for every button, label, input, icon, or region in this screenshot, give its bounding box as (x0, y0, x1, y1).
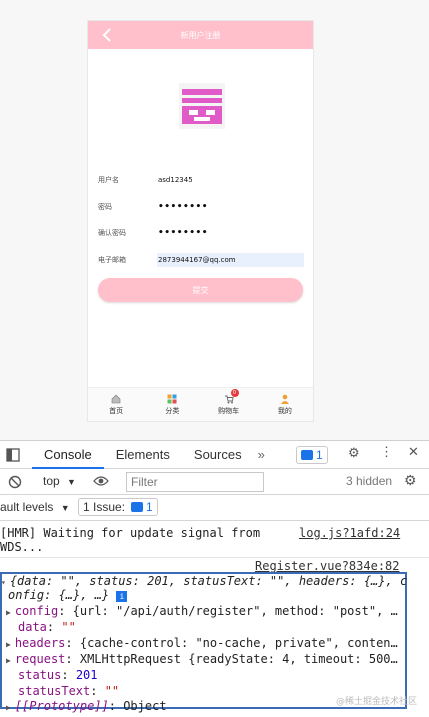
issues-button[interactable]: 1 Issue: 1 (78, 498, 158, 516)
app-logo (179, 83, 225, 129)
console-output: [HMR] Waiting for update signal from log… (0, 521, 429, 713)
tab-home[interactable]: 首页 (88, 388, 144, 421)
devtools-tab-bar: Console Elements Sources » 1 ⚙ ⋮ ✕ (0, 441, 429, 469)
email-row: 电子邮箱 2873944167@qq.com (98, 247, 304, 274)
username-label: 用户名 (98, 176, 119, 185)
message-icon (301, 450, 313, 460)
levels-bar: ault levels ▼ 1 Issue: 1 (0, 495, 429, 521)
back-arrow-icon[interactable] (100, 27, 114, 43)
confirm-password-input[interactable]: •••••••• (157, 226, 304, 240)
hmr-source-link[interactable]: log.js?1afd:24 (299, 526, 400, 540)
tab-sources[interactable]: Sources (182, 441, 254, 469)
submit-button[interactable]: 提交 (98, 278, 303, 302)
context-selector[interactable]: top ▼ (43, 474, 76, 488)
cart-badge: 0 (230, 389, 239, 397)
tab-category[interactable]: 分类 (144, 388, 200, 421)
issue-icon (131, 502, 144, 512)
object-summary-line2: onfig: {…}, …} i (8, 588, 128, 602)
prop-headers[interactable]: ▶ headers: {cache-control: "no-cache, pri… (6, 636, 398, 650)
more-options-icon[interactable]: ⋮ (380, 444, 393, 460)
hidden-count: 3 hidden (346, 474, 393, 488)
response-object-highlight: ▾ {data: "", status: 201, statusText: "",… (0, 572, 407, 713)
password-row: 密码 •••••••• (98, 194, 304, 221)
bottom-tab-bar: 首页 分类 0 购物车 我的 (88, 387, 313, 421)
devtools-panel: Console Elements Sources » 1 ⚙ ⋮ ✕ top ▼ (0, 440, 429, 717)
more-tabs-button[interactable]: » (254, 441, 269, 469)
prop-request[interactable]: ▶ request: XMLHttpRequest {readyState: 4,… (6, 652, 398, 666)
prop-status: status: 201 (18, 668, 98, 682)
tab-cart[interactable]: 0 购物车 (201, 388, 257, 421)
tab-console[interactable]: Console (32, 441, 104, 469)
console-settings-icon[interactable]: ⚙ (404, 472, 417, 489)
device-toggle-icon[interactable] (6, 447, 20, 462)
nav-bar: 新用户注册 (88, 21, 313, 49)
eye-icon[interactable] (93, 475, 109, 487)
chevron-down-icon: ▼ (67, 477, 76, 487)
prop-config[interactable]: ▶ config: {url: "/api/auth/register", met… (6, 604, 398, 618)
messages-counter[interactable]: 1 (296, 446, 328, 464)
tab-cart-label: 购物车 (218, 406, 240, 415)
tab-home-label: 首页 (109, 406, 124, 415)
clear-console-icon[interactable] (8, 475, 22, 489)
info-icon: i (116, 591, 128, 602)
confirm-password-label: 确认密码 (98, 229, 126, 238)
email-input[interactable]: 2873944167@qq.com (157, 252, 304, 267)
prop-prototype[interactable]: ▶ [[Prototype]]: Object (6, 699, 167, 713)
tab-elements[interactable]: Elements (104, 441, 182, 469)
register-form: 用户名 asd12345 密码 •••••••• 确认密码 •••••••• 电… (98, 167, 304, 273)
password-label: 密码 (98, 202, 112, 211)
filter-input[interactable]: Filter (126, 472, 264, 492)
email-label: 电子邮箱 (98, 255, 126, 264)
tab-profile[interactable]: 我的 (257, 388, 313, 421)
register-source-link[interactable]: Register.vue?834e:82 (255, 559, 400, 573)
mobile-app-frame: 新用户注册 用户名 asd12345 密码 •••••••• 确认密码 ••••… (87, 20, 314, 422)
settings-gear-icon[interactable]: ⚙ (348, 445, 360, 461)
password-input[interactable]: •••••••• (157, 200, 304, 214)
object-summary-line1[interactable]: ▾ {data: "", status: 201, statusText: "",… (1, 574, 407, 588)
username-input[interactable]: asd12345 (157, 173, 304, 187)
prop-data: data: "" (18, 620, 76, 634)
hmr-message-line2: WDS... (0, 540, 44, 554)
category-icon (167, 394, 177, 403)
user-icon (280, 394, 289, 404)
log-levels-dropdown[interactable]: ault levels ▼ (0, 500, 70, 514)
close-icon[interactable]: ✕ (408, 444, 419, 460)
console-toolbar: top ▼ Filter 3 hidden ⚙ (0, 469, 429, 495)
hmr-message-line1: [HMR] Waiting for update signal from (0, 526, 261, 540)
prop-status-text: statusText: "" (18, 684, 120, 698)
home-icon (111, 394, 121, 403)
watermark: @稀土掘金技术社区 (335, 697, 417, 707)
page-title: 新用户注册 (180, 30, 221, 40)
confirm-password-row: 确认密码 •••••••• (98, 220, 304, 247)
tab-category-label: 分类 (165, 406, 180, 415)
username-row: 用户名 asd12345 (98, 167, 304, 194)
levels-chevron-icon: ▼ (60, 503, 70, 513)
tab-profile-label: 我的 (277, 406, 292, 415)
